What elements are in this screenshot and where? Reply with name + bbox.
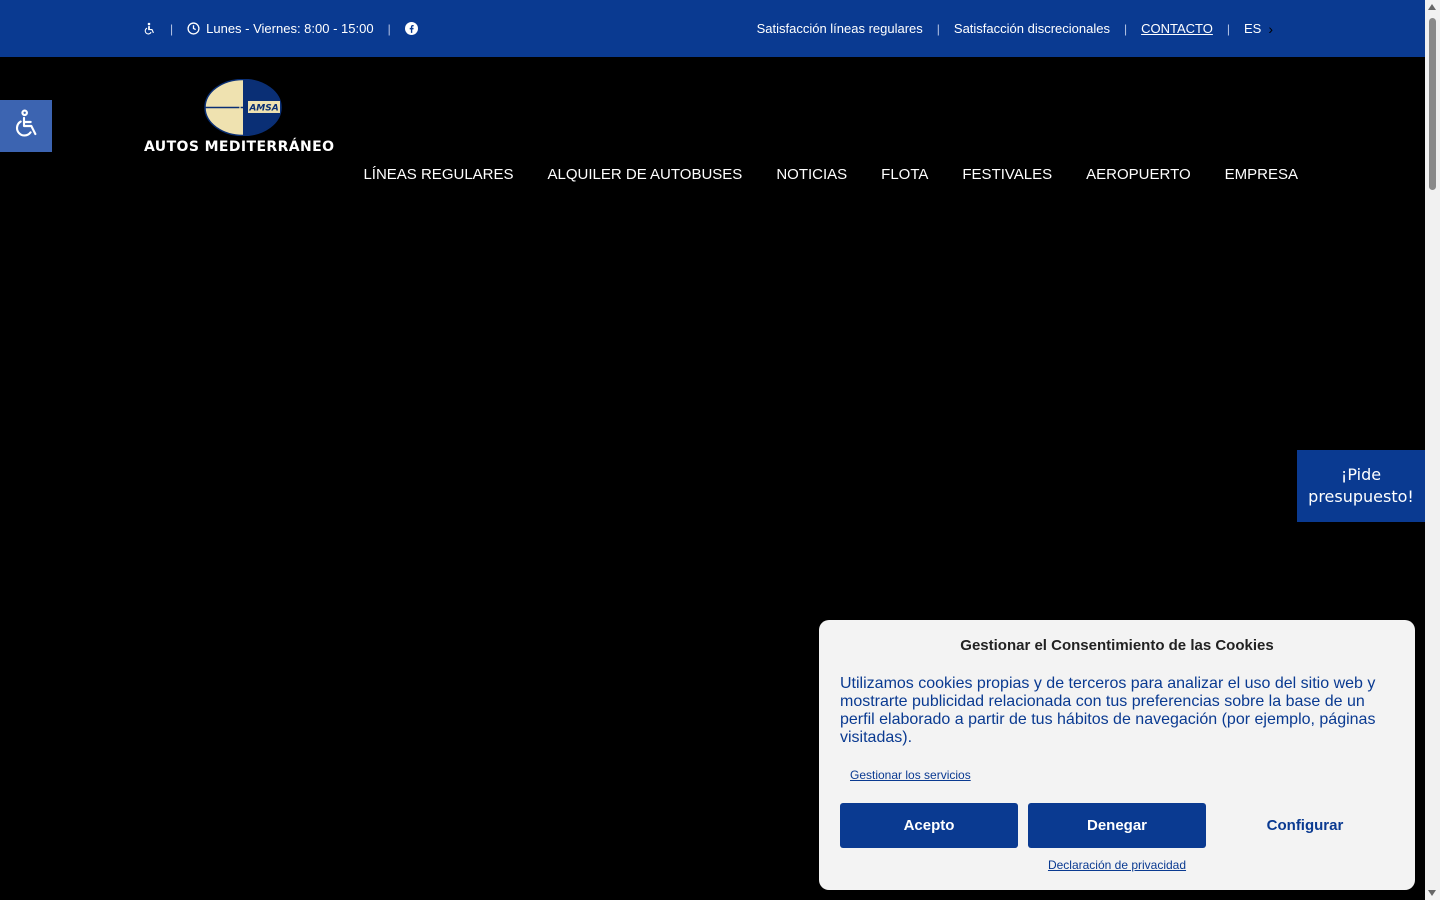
nav-item-festivales[interactable]: FESTIVALES [962, 166, 1052, 183]
nav-item-empresa[interactable]: EMPRESA [1225, 166, 1298, 183]
nav-item-lineas-regulares[interactable]: LÍNEAS REGULARES [363, 166, 513, 183]
clock-icon [187, 22, 200, 35]
language-code: ES [1243, 21, 1262, 36]
logo-name: AUTOS MEDITERRÁNEO [144, 139, 335, 155]
language-selector[interactable]: ES › [1244, 21, 1273, 37]
privacy-statement-link[interactable]: Declaración de privacidad [819, 858, 1415, 872]
nav-item-flota[interactable]: FLOTA [881, 166, 928, 183]
wheelchair-icon[interactable] [142, 22, 156, 36]
main-nav: LÍNEAS REGULARES ALQUILER DE AUTOBUSES N… [363, 166, 1298, 183]
deny-button[interactable]: Denegar [1028, 803, 1206, 848]
nav-item-alquiler-autobuses[interactable]: ALQUILER DE AUTOBUSES [548, 166, 743, 183]
separator: | [936, 21, 940, 36]
quote-line-1: ¡Pide [1340, 465, 1382, 484]
facebook-icon[interactable] [404, 22, 418, 35]
cookie-consent-modal: Gestionar el Consentimiento de las Cooki… [819, 620, 1415, 890]
accessibility-icon [10, 108, 42, 145]
logo-emblem-text: AMSA [248, 104, 278, 114]
top-bar-left: | Lunes - Viernes: 8:00 - 15:00 | [142, 0, 418, 57]
separator: | [1226, 21, 1230, 36]
logo-emblem-icon: AMSA [204, 79, 282, 136]
contacto-link[interactable]: CONTACTO [1141, 21, 1213, 36]
scroll-thumb[interactable] [1429, 18, 1436, 190]
separator: | [170, 21, 174, 36]
quote-line-2: presupuesto! [1308, 487, 1414, 506]
nav-item-aeropuerto[interactable]: AEROPUERTO [1086, 166, 1190, 183]
cookie-body: Utilizamos cookies propias y de terceros… [840, 675, 1376, 746]
cookie-title: Gestionar el Consentimiento de las Cooki… [960, 637, 1274, 654]
page-scrollbar[interactable] [1425, 0, 1440, 900]
pide-presupuesto-button[interactable]: ¡Pide presupuesto! [1297, 450, 1425, 522]
top-bar-right: Satisfacción líneas regulares | Satisfac… [757, 0, 1273, 57]
scroll-up-icon[interactable] [1428, 4, 1436, 10]
scroll-down-icon[interactable] [1428, 890, 1436, 896]
accept-button[interactable]: Acepto [840, 803, 1018, 848]
satisfaccion-discrecionales-link[interactable]: Satisfacción discrecionales [954, 21, 1110, 36]
manage-services-link[interactable]: Gestionar los servicios [850, 768, 971, 782]
opening-hours: Lunes - Viernes: 8:00 - 15:00 [206, 21, 374, 36]
top-bar: | Lunes - Viernes: 8:00 - 15:00 | Satisf… [0, 0, 1425, 57]
accessibility-button[interactable] [0, 100, 52, 152]
chevron-right-icon: › [1268, 20, 1273, 37]
separator: | [387, 21, 391, 36]
nav-item-noticias[interactable]: NOTICIAS [776, 166, 847, 183]
separator: | [1123, 21, 1128, 36]
configure-button[interactable]: Configurar [1216, 803, 1394, 848]
site-logo[interactable]: AMSA AUTOS MEDITERRÁNEO [144, 79, 344, 159]
satisfaccion-regulares-link[interactable]: Satisfacción líneas regulares [757, 21, 923, 36]
